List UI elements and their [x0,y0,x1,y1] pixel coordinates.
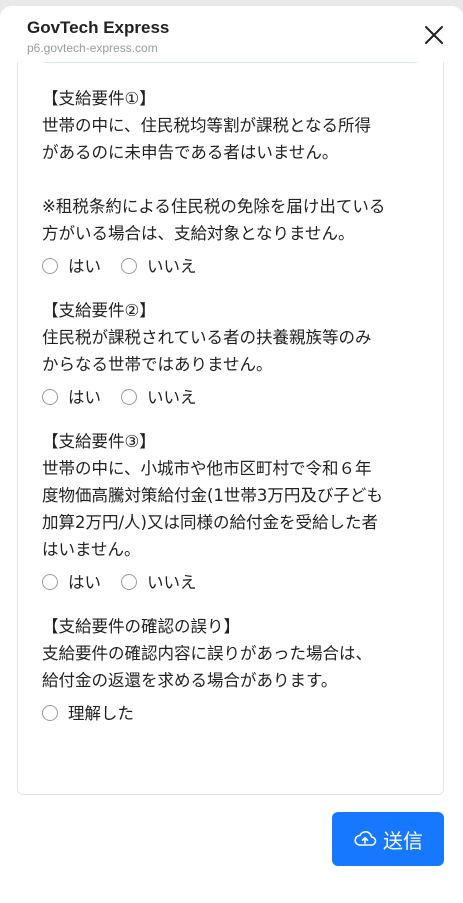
requirement-title: 【支給要件③】 [42,432,156,451]
radio-yes[interactable]: はい [42,253,101,280]
radio-group: はい いいえ [42,378,437,416]
radio-yes[interactable]: はい [42,384,101,411]
requirement-confirmation: 【支給要件の確認の誤り】 支給要件の確認内容に誤りがあった場合は、 給付金の返還… [42,613,437,732]
form-card: 【支給要件①】 世帯の中に、住民税均等割が課税となる所得 があるのに未申告である… [17,49,444,795]
radio-circle[interactable] [42,574,58,590]
radio-circle[interactable] [42,705,58,721]
radio-no[interactable]: いいえ [121,253,197,280]
radio-label: はい [68,387,101,407]
requirement-1: 【支給要件①】 世帯の中に、住民税均等割が課税となる所得 があるのに未申告である… [42,85,437,285]
cloud-upload-icon [354,831,377,846]
submit-button[interactable]: 送信 [332,812,444,866]
site-url: p6.govtech-express.com [27,41,158,55]
requirement-text: 住民税が課税されている者の扶養親族等のみ からなる世帯ではありません。 [42,328,372,374]
requirement-title: 【支給要件の確認の誤り】 [42,617,240,636]
radio-understood[interactable]: 理解した [42,700,134,727]
site-title: GovTech Express [27,18,170,37]
radio-circle[interactable] [121,389,137,405]
form-content: 【支給要件①】 世帯の中に、住民税均等割が課税となる所得 があるのに未申告である… [42,85,437,744]
requirement-title: 【支給要件②】 [42,301,156,320]
requirement-text: 世帯の中に、小城市や他市区町村で令和６年 度物価高騰対策給付金(1世帯3万円及び… [42,459,383,559]
radio-group: はい いいえ [42,563,437,601]
requirement-title: 【支給要件①】 [42,89,156,108]
requirement-2: 【支給要件②】 住民税が課税されている者の扶養親族等のみ からなる世帯ではありま… [42,297,437,416]
requirement-text: 世帯の中に、住民税均等割が課税となる所得 があるのに未申告である者はいません。 … [42,116,386,243]
modal-header: GovTech Express p6.govtech-express.com [0,6,463,62]
submit-label: 送信 [383,828,423,853]
radio-no[interactable]: いいえ [121,569,197,596]
radio-circle[interactable] [42,258,58,274]
close-button[interactable] [423,24,445,46]
radio-label: いいえ [147,572,197,592]
radio-label: 理解した [68,703,134,723]
radio-label: はい [68,256,101,276]
radio-circle[interactable] [121,258,137,274]
radio-circle[interactable] [121,574,137,590]
radio-group: 理解した [42,694,437,732]
radio-label: はい [68,572,101,592]
radio-group: はい いいえ [42,247,437,285]
radio-label: いいえ [147,256,197,276]
requirement-3: 【支給要件③】 世帯の中に、小城市や他市区町村で令和６年 度物価高騰対策給付金(… [42,428,437,601]
radio-circle[interactable] [42,389,58,405]
requirement-text: 支給要件の確認内容に誤りがあった場合は、 給付金の返還を求める場合があります。 [42,644,372,690]
radio-yes[interactable]: はい [42,569,101,596]
close-icon [425,26,443,44]
radio-no[interactable]: いいえ [121,384,197,411]
radio-label: いいえ [147,387,197,407]
